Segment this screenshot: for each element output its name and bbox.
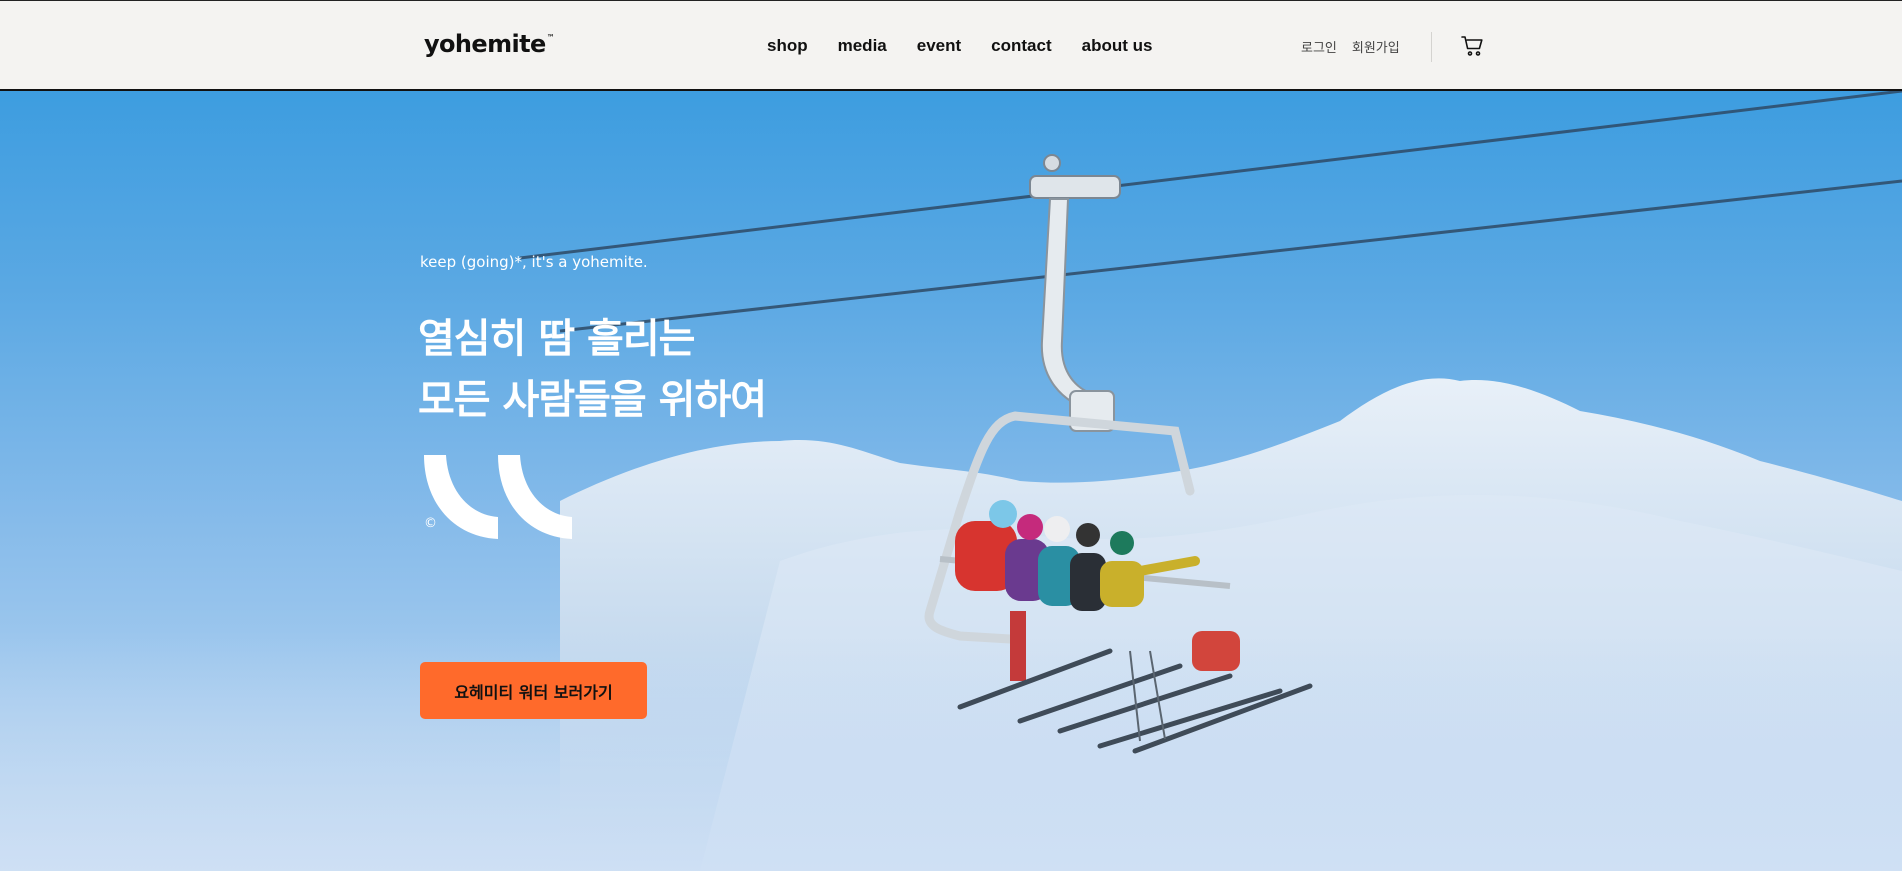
login-link[interactable]: 로그인 xyxy=(1301,37,1337,56)
nav-item-contact[interactable]: contact xyxy=(991,36,1051,56)
trademark-mark: ™ xyxy=(546,33,555,42)
main-nav: shop media event contact about us xyxy=(767,36,1152,56)
logo-text: yohemite xyxy=(424,30,546,58)
logo[interactable]: yohemite™ xyxy=(424,30,555,58)
site-header: yohemite™ shop media event contact about… xyxy=(0,0,1902,91)
signup-link[interactable]: 회원가입 xyxy=(1352,37,1400,56)
hero-tagline: keep (going)*, it's a yohemite. xyxy=(420,253,648,271)
headline-line-2: 모든 사람들을 위하여 xyxy=(418,377,767,423)
cart-icon[interactable] xyxy=(1461,34,1485,58)
hero-headline: 열심히 땀 흘리는 모든 사람들을 위하여 xyxy=(418,309,767,431)
auth-links: 로그인 회원가입 xyxy=(1301,37,1415,56)
headline-line-1: 열심히 땀 흘리는 xyxy=(418,316,695,362)
nav-item-event[interactable]: event xyxy=(917,36,961,56)
view-water-button[interactable]: 요헤미티 워터 보러가기 xyxy=(420,662,647,719)
header-divider xyxy=(1431,32,1432,62)
hero-section: keep (going)*, it's a yohemite. 열심히 땀 흘리… xyxy=(0,91,1902,871)
copyright-symbol: © xyxy=(424,516,437,531)
nav-item-shop[interactable]: shop xyxy=(767,36,808,56)
nav-item-about-us[interactable]: about us xyxy=(1082,36,1153,56)
brand-quote-mark xyxy=(424,455,572,539)
nav-item-media[interactable]: media xyxy=(838,36,887,56)
chairlift-skiers-photo xyxy=(0,91,1902,871)
